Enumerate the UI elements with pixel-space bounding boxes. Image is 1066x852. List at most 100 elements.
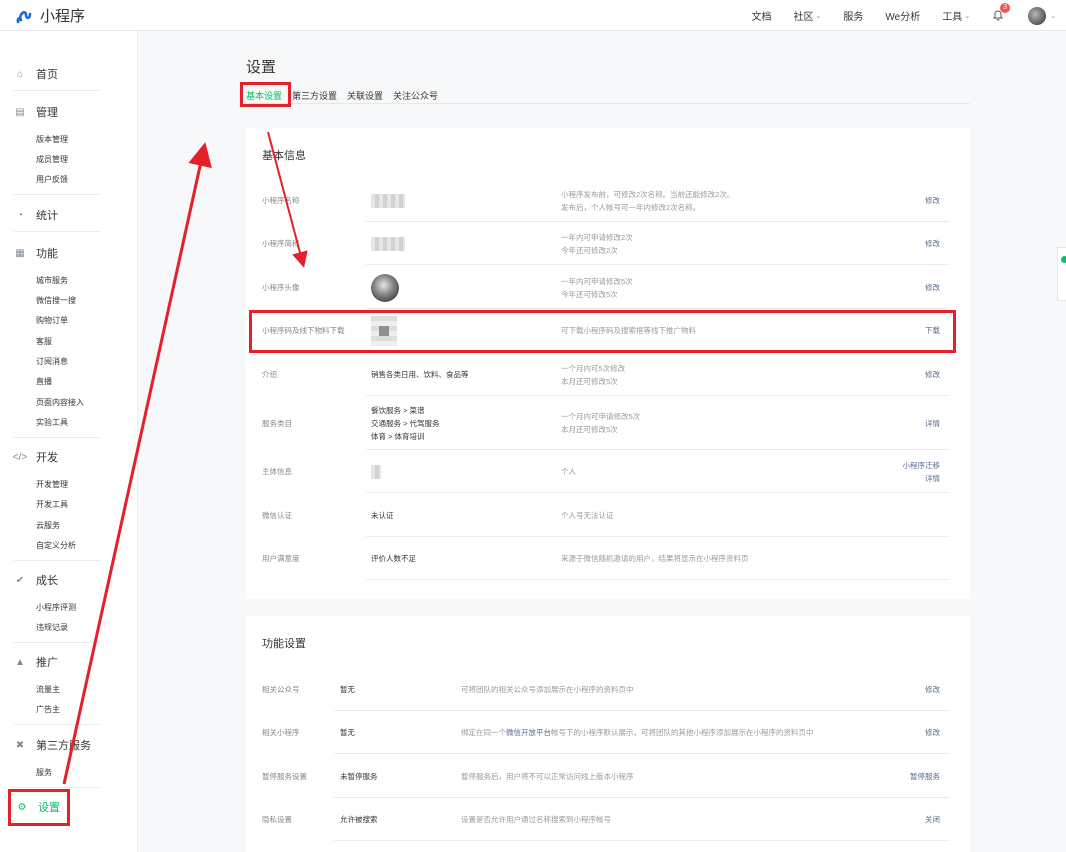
sidebar-item-customer-service[interactable]: 客服	[36, 336, 52, 347]
edit-related-miniprogram-link[interactable]: 修改	[925, 711, 940, 754]
category-list: 餐饮服务 > 菜谱 交通服务 > 代驾服务 体育 > 体育培训	[371, 404, 440, 443]
nav-community-label: 社区	[793, 12, 814, 23]
sidebar-section-label: 开发	[36, 452, 58, 464]
sidebar-item-subscribe-msg[interactable]: 订阅消息	[36, 356, 68, 367]
sidebar-item-dev-tools[interactable]: 开发工具	[36, 499, 68, 510]
nav-analytics[interactable]: We分析	[885, 8, 920, 23]
row-divider	[334, 753, 950, 754]
sidebar-item-page-content[interactable]: 页面内容接入	[36, 397, 84, 408]
sidebar-section-features[interactable]: ▦ 功能	[14, 245, 100, 261]
edit-related-account-link[interactable]: 修改	[925, 668, 940, 711]
row-label: 小程序名称	[262, 196, 300, 205]
edit-short-name-link[interactable]: 修改	[925, 222, 940, 265]
sidebar-item-feedback[interactable]: 用户反馈	[36, 174, 68, 185]
sidebar-item-members[interactable]: 成员管理	[36, 154, 68, 165]
sidebar-item-wechat-search[interactable]: 微信搜一搜	[36, 295, 76, 306]
tab-third-party[interactable]: 第三方设置	[292, 89, 337, 102]
user-avatar[interactable]	[1028, 6, 1047, 25]
row-description: 来源于微信随机邀请的用户，结果将显示在小程序资料页	[561, 537, 749, 580]
close-search-link[interactable]: 关闭	[925, 798, 940, 841]
sidebar-item-custom-analytics[interactable]: 自定义分析	[36, 540, 76, 551]
logo[interactable]: 小程序	[14, 5, 85, 26]
tab-follow-account[interactable]: 关注公众号	[393, 89, 438, 102]
tab-basic[interactable]: 基本设置	[246, 89, 282, 102]
row-value: 餐饮服务 > 菜谱 交通服务 > 代驾服务 体育 > 体育培训	[371, 396, 561, 450]
nav-community[interactable]: 社区 ⌄	[794, 8, 822, 23]
nav-tools[interactable]: 工具 ⌄	[942, 8, 970, 23]
sidebar-section-promo[interactable]: ▲ 推广	[14, 654, 100, 670]
row-description: 个人	[561, 450, 576, 493]
notification-badge: 3	[1000, 2, 1011, 13]
sidebar-item-orders[interactable]: 购物订单	[36, 315, 68, 326]
basic-info-card: 基本信息 小程序名称 小程序发布前，可修改2次名称。当前还能修改2次。 发布后，个…	[246, 128, 970, 599]
row-value: 评价人数不足	[371, 554, 416, 563]
floating-feedback-tab[interactable]	[1057, 247, 1066, 301]
edit-intro-link[interactable]: 修改	[925, 353, 940, 396]
sidebar-item-evaluation[interactable]: 小程序评测	[36, 602, 76, 613]
row-value	[371, 450, 561, 493]
row-description: 可下载小程序码及搜索框等线下推广物料	[561, 309, 696, 352]
sidebar-item-home[interactable]: ⌂ 首页	[14, 66, 100, 82]
app-title: 小程序	[40, 8, 86, 25]
status-dot-icon	[1061, 256, 1066, 263]
nav-docs[interactable]: 文档	[752, 8, 772, 23]
mini-program-logo-icon	[16, 10, 32, 23]
setting-row-avatar: 小程序头像 一年内可申请修改5次 今年还可修改5次 修改	[262, 266, 950, 309]
setting-row-short-name: 小程序简称 一年内可申请修改2次 今年还可修改2次 修改	[262, 222, 950, 265]
sidebar-item-dev-manage[interactable]: 开发管理	[36, 479, 68, 490]
row-label: 相关公众号	[262, 685, 300, 694]
sidebar-section-third-party[interactable]: ✖ 第三方服务	[14, 737, 100, 753]
sidebar-item-settings[interactable]: ⚙ 设置	[16, 799, 102, 815]
tabs-divider	[246, 103, 970, 104]
row-label: 介绍	[262, 370, 277, 379]
desc-line: 个人号无法认证	[561, 511, 614, 520]
divider	[14, 437, 100, 438]
row-description: 设置是否允许用户通过名称搜索到小程序帐号	[461, 815, 611, 824]
row-label: 服务类目	[262, 418, 292, 428]
entity-details-link[interactable]: 详情	[925, 472, 940, 485]
sidebar-item-violations[interactable]: 违规记录	[36, 622, 68, 633]
sidebar-item-version[interactable]: 版本管理	[36, 134, 68, 145]
nav-service[interactable]: 服务	[843, 8, 863, 23]
tab-association[interactable]: 关联设置	[347, 89, 383, 102]
notification-button[interactable]: 3	[992, 2, 1011, 23]
migrate-link[interactable]: 小程序迁移	[903, 459, 941, 472]
desc-text: 绑定在同一个	[461, 728, 506, 737]
row-description: 一年内可申请修改5次 今年还可修改5次	[561, 266, 633, 309]
setting-row-qrcode: 小程序码及线下物料下载 可下载小程序码及搜索框等线下推广物料 下载	[262, 309, 950, 352]
divider	[14, 560, 100, 561]
open-platform-link[interactable]: 微信开放平台	[506, 726, 551, 739]
setting-row-related-account: 相关公众号 暂无 可将团队的相关公众号添加展示在小程序的资料页中 修改	[262, 668, 950, 711]
sidebar-item-services[interactable]: 服务	[36, 767, 52, 778]
desc-line: 来源于微信随机邀请的用户，结果将显示在小程序资料页	[561, 554, 749, 563]
sidebar-item-publisher[interactable]: 流量主	[36, 684, 60, 695]
desc-line: 一年内可申请修改2次	[561, 232, 633, 242]
sidebar-item-city-service[interactable]: 城市服务	[36, 275, 68, 286]
row-description: 个人号无法认证	[561, 494, 614, 537]
sidebar-item-advertiser[interactable]: 广告主	[36, 704, 60, 715]
edit-name-link[interactable]: 修改	[925, 179, 940, 222]
sidebar-section-label: 推广	[36, 657, 58, 669]
divider	[14, 90, 100, 91]
sidebar-item-experiment[interactable]: 实验工具	[36, 417, 68, 428]
pause-service-link[interactable]: 暂停服务	[910, 755, 940, 798]
chevron-down-icon[interactable]: ⌄	[1050, 12, 1056, 20]
sidebar-section-label: 成长	[36, 575, 58, 587]
row-description: 小程序发布前，可修改2次名称。当前还能修改2次。 发布后，个人帐号可一年内修改2次…	[561, 179, 734, 222]
download-materials-link[interactable]: 下载	[925, 309, 940, 352]
sidebar-item-live[interactable]: 直播	[36, 376, 52, 387]
sidebar-section-manage[interactable]: ▤ 管理	[14, 104, 100, 120]
desc-line: 发布后，个人帐号可一年内修改2次名称。	[561, 202, 701, 212]
mini-program-avatar	[371, 273, 399, 302]
desc-line: 个人	[561, 467, 576, 476]
sidebar-section-label: 第三方服务	[36, 740, 91, 752]
category-details-link[interactable]: 详情	[925, 396, 940, 450]
desc-line: 本月还可修改5次	[561, 376, 618, 386]
sidebar-item-stats[interactable]: ◔ 统计	[14, 207, 100, 223]
category-item: 餐饮服务 > 菜谱	[371, 405, 425, 415]
sidebar-item-cloud[interactable]: 云服务	[36, 520, 60, 531]
edit-avatar-link[interactable]: 修改	[925, 266, 940, 309]
nav-tools-label: 工具	[942, 12, 963, 23]
sidebar-section-growth[interactable]: ✔ 成长	[14, 572, 100, 588]
sidebar-section-dev[interactable]: </> 开发	[13, 449, 100, 465]
